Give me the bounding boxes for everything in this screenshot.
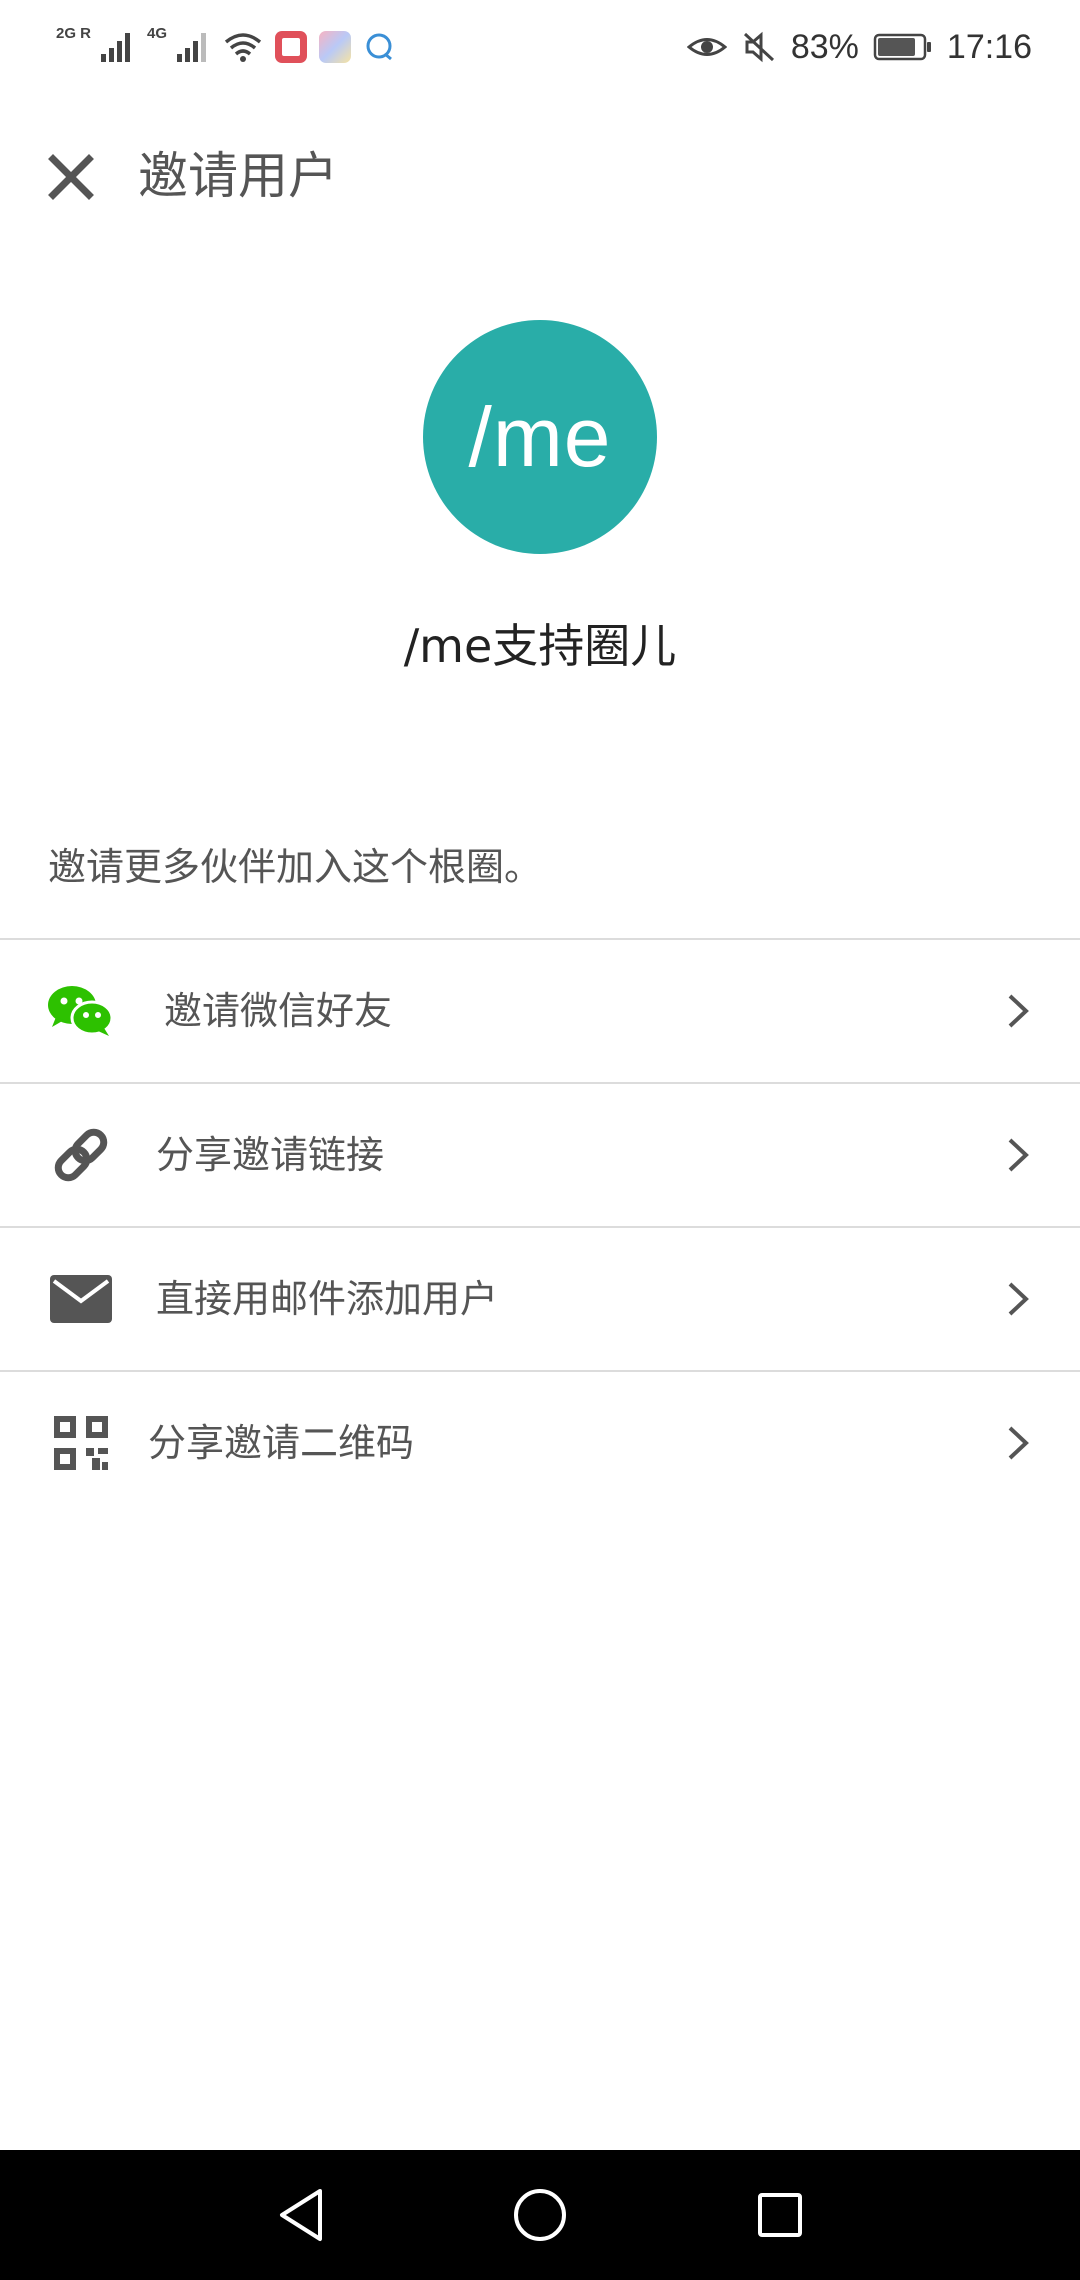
- add-user-by-email-row[interactable]: 直接用邮件添加用户: [0, 1228, 1080, 1372]
- home-icon: [514, 2189, 566, 2241]
- battery-icon: [873, 33, 931, 61]
- signal-icon: [177, 33, 207, 62]
- chat-app-icon: [366, 33, 392, 61]
- book-app-icon: [275, 31, 308, 63]
- app-header: 邀请用户: [0, 120, 1080, 230]
- share-invite-link-row[interactable]: 分享邀请链接: [0, 1084, 1080, 1228]
- close-icon: [48, 154, 94, 200]
- option-label: 分享邀请二维码: [148, 1421, 415, 1465]
- battery-percent: 83%: [790, 27, 859, 66]
- invite-description: 邀请更多伙伴加入这个根圈。: [48, 845, 543, 889]
- signal2-label: 4G: [147, 24, 168, 42]
- link-icon: [46, 1120, 116, 1190]
- option-label: 邀请微信好友: [164, 989, 393, 1033]
- status-bar: 2G R 4G 83% 17:16: [0, 0, 1080, 92]
- invite-options-list: 邀请微信好友 分享邀请链接 直接用邮件添加用户 分享邀请二维码: [0, 938, 1080, 1514]
- back-icon: [280, 2189, 322, 2241]
- clock: 17:16: [946, 27, 1032, 66]
- chevron-right-icon: [1008, 1426, 1029, 1460]
- chevron-right-icon: [1008, 994, 1029, 1028]
- avatar-text: /me: [468, 389, 612, 484]
- qr-code-icon: [46, 1408, 116, 1478]
- home-button[interactable]: [505, 2180, 575, 2250]
- recents-icon: [758, 2193, 802, 2237]
- option-label: 分享邀请链接: [156, 1133, 385, 1177]
- wifi-icon: [224, 33, 262, 62]
- option-label: 直接用邮件添加用户: [156, 1277, 499, 1321]
- close-button[interactable]: [36, 142, 106, 212]
- share-invite-qr-row[interactable]: 分享邀请二维码: [0, 1372, 1080, 1514]
- wechat-icon: [46, 976, 116, 1046]
- invite-users-screen: 2G R 4G 83% 17:16 邀请用户 /me /me支持圈儿 邀请更多伙…: [0, 0, 1080, 2280]
- status-bar-left: 2G R 4G: [56, 22, 397, 72]
- chevron-right-icon: [1008, 1282, 1029, 1316]
- signal1-label: 2G R: [56, 24, 92, 42]
- chevron-right-icon: [1008, 1138, 1029, 1172]
- recents-button[interactable]: [745, 2180, 815, 2250]
- system-nav-bar: [0, 2150, 1080, 2280]
- circle-name: /me支持圈儿: [403, 619, 677, 673]
- status-bar-right: 83% 17:16: [686, 22, 1032, 72]
- mail-icon: [46, 1264, 116, 1334]
- eye-comfort-icon: [686, 38, 727, 56]
- page-title: 邀请用户: [138, 147, 338, 205]
- back-button[interactable]: [266, 2180, 336, 2250]
- mute-icon: [743, 31, 774, 63]
- gallery-app-icon: [319, 31, 352, 63]
- circle-avatar: /me: [423, 320, 657, 554]
- invite-wechat-friends-row[interactable]: 邀请微信好友: [0, 940, 1080, 1084]
- signal-icon: [101, 33, 131, 62]
